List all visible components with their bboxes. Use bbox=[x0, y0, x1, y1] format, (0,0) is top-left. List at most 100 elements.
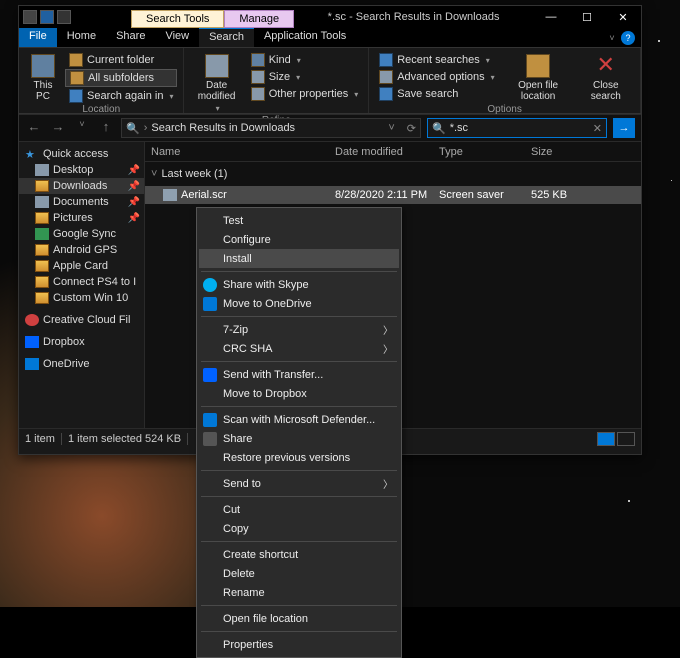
other-properties-button[interactable]: Other properties▾ bbox=[247, 86, 363, 102]
ctx-test[interactable]: Test bbox=[199, 211, 399, 230]
documents-icon bbox=[35, 196, 49, 208]
close-button[interactable]: ✕ bbox=[605, 6, 641, 28]
column-headers: Name Date modified Type Size bbox=[145, 142, 641, 162]
ctx-properties[interactable]: Properties bbox=[199, 635, 399, 654]
sidebar-item-win10[interactable]: Custom Win 10 bbox=[19, 290, 144, 306]
sidebar-item-androidgps[interactable]: Android GPS bbox=[19, 242, 144, 258]
open-file-location-button[interactable]: Open file location bbox=[503, 52, 574, 104]
folders-icon bbox=[70, 71, 84, 85]
folder-icon bbox=[35, 244, 49, 256]
this-pc-button[interactable]: This PC bbox=[25, 52, 61, 104]
file-date: 8/28/2020 2:11 PM bbox=[335, 189, 439, 201]
file-name: Aerial.scr bbox=[181, 189, 227, 201]
search-result-icon: 🔍 bbox=[126, 122, 140, 135]
ctx-create-shortcut[interactable]: Create shortcut bbox=[199, 545, 399, 564]
onedrive-icon bbox=[203, 297, 217, 311]
qat-customize-icon[interactable] bbox=[57, 10, 71, 24]
minimize-button[interactable]: — bbox=[533, 6, 569, 28]
open-folder-icon bbox=[526, 54, 550, 78]
col-date[interactable]: Date modified bbox=[335, 146, 439, 158]
props-icon bbox=[251, 87, 265, 101]
breadcrumb[interactable]: 🔍 › Search Results in Downloads ˅ ⟳ bbox=[121, 118, 421, 138]
ribbon-expand-icon[interactable]: ˅ bbox=[605, 31, 619, 45]
ctx-scan-defender[interactable]: Scan with Microsoft Defender... bbox=[199, 410, 399, 429]
kind-icon bbox=[251, 53, 265, 67]
col-type[interactable]: Type bbox=[439, 146, 531, 158]
sidebar-item-downloads[interactable]: Downloads📌 bbox=[19, 178, 144, 194]
tab-search[interactable]: Search bbox=[199, 28, 254, 47]
group-header[interactable]: ˅Last week (1) bbox=[145, 162, 641, 186]
search-clear-button[interactable]: ✕ bbox=[593, 122, 602, 135]
search-go-button[interactable]: → bbox=[613, 118, 635, 138]
ctx-sendto[interactable]: Send to〉 bbox=[199, 474, 399, 493]
current-folder-button[interactable]: Current folder bbox=[65, 52, 177, 68]
sidebar-item-desktop[interactable]: Desktop📌 bbox=[19, 162, 144, 178]
sidebar-item-applecard[interactable]: Apple Card bbox=[19, 258, 144, 274]
pin-icon: 📌 bbox=[128, 181, 140, 192]
ctx-send-transfer[interactable]: Send with Transfer... bbox=[199, 365, 399, 384]
ctx-cut[interactable]: Cut bbox=[199, 500, 399, 519]
close-search-button[interactable]: ✕ Close search bbox=[578, 52, 634, 104]
dropbox-icon bbox=[203, 368, 217, 382]
refresh-button[interactable]: ⟳ bbox=[407, 122, 416, 135]
maximize-button[interactable]: ☐ bbox=[569, 6, 605, 28]
tab-view[interactable]: View bbox=[155, 28, 199, 47]
nav-history-button[interactable]: ˅ bbox=[73, 119, 91, 137]
share-icon bbox=[203, 432, 217, 446]
tab-apptools[interactable]: Application Tools bbox=[254, 28, 356, 47]
nav-fwd-button[interactable]: → bbox=[49, 119, 67, 137]
tab-share[interactable]: Share bbox=[106, 28, 155, 47]
ribbon-tabs: File Home Share View Search Application … bbox=[19, 28, 641, 48]
ctx-share[interactable]: Share bbox=[199, 429, 399, 448]
context-tab-manage[interactable]: Manage bbox=[224, 10, 294, 28]
ctx-crcsha[interactable]: CRC SHA〉 bbox=[199, 339, 399, 358]
context-tab-searchtools[interactable]: Search Tools bbox=[131, 10, 224, 28]
date-modified-button[interactable]: Date modified▾ bbox=[190, 52, 242, 115]
sidebar-item-pictures[interactable]: Pictures📌 bbox=[19, 210, 144, 226]
qat-properties-icon[interactable] bbox=[23, 10, 37, 24]
tab-file[interactable]: File bbox=[19, 28, 57, 47]
advanced-options-button[interactable]: Advanced options▾ bbox=[375, 69, 498, 85]
ctx-rename[interactable]: Rename bbox=[199, 583, 399, 602]
ctx-configure[interactable]: Configure bbox=[199, 230, 399, 249]
ctx-restore-versions[interactable]: Restore previous versions bbox=[199, 448, 399, 467]
ctx-move-dropbox[interactable]: Move to Dropbox bbox=[199, 384, 399, 403]
folder-icon bbox=[35, 292, 49, 304]
onedrive-icon bbox=[25, 358, 39, 370]
sidebar-dropbox[interactable]: Dropbox bbox=[19, 334, 144, 350]
all-subfolders-button[interactable]: All subfolders bbox=[65, 69, 177, 87]
advanced-icon bbox=[379, 70, 393, 84]
file-row-selected[interactable]: Aerial.scr 8/28/2020 2:11 PM Screen save… bbox=[145, 186, 641, 204]
size-button[interactable]: Size▾ bbox=[247, 69, 363, 85]
recent-searches-button[interactable]: Recent searches▾ bbox=[375, 52, 498, 68]
nav-up-button[interactable]: ↑ bbox=[97, 119, 115, 137]
ctx-share-skype[interactable]: Share with Skype bbox=[199, 275, 399, 294]
ctx-install[interactable]: Install bbox=[199, 249, 399, 268]
view-details-button[interactable] bbox=[597, 432, 615, 446]
save-search-button[interactable]: Save search bbox=[375, 86, 498, 102]
sidebar-quickaccess[interactable]: ★Quick access bbox=[19, 146, 144, 162]
breadcrumb-dropdown[interactable]: ˅ bbox=[388, 122, 394, 135]
sidebar-item-ps4[interactable]: Connect PS4 to I bbox=[19, 274, 144, 290]
view-icons-button[interactable] bbox=[617, 432, 635, 446]
nav-back-button[interactable]: ← bbox=[25, 119, 43, 137]
ctx-delete[interactable]: Delete bbox=[199, 564, 399, 583]
ctx-7zip[interactable]: 7-Zip〉 bbox=[199, 320, 399, 339]
nav-sidebar: ★Quick access Desktop📌 Downloads📌 Docume… bbox=[19, 142, 145, 428]
tab-home[interactable]: Home bbox=[57, 28, 106, 47]
col-size[interactable]: Size bbox=[531, 146, 581, 158]
sidebar-onedrive[interactable]: OneDrive bbox=[19, 356, 144, 372]
titlebar: Search Tools Manage *.sc - Search Result… bbox=[19, 6, 641, 28]
ctx-open-file-location[interactable]: Open file location bbox=[199, 609, 399, 628]
col-name[interactable]: Name bbox=[145, 146, 335, 158]
search-input[interactable]: 🔍 *.sc ✕ bbox=[427, 118, 607, 138]
help-icon[interactable]: ? bbox=[621, 31, 635, 45]
sidebar-item-googlesync[interactable]: Google Sync bbox=[19, 226, 144, 242]
sidebar-item-documents[interactable]: Documents📌 bbox=[19, 194, 144, 210]
ctx-move-onedrive[interactable]: Move to OneDrive bbox=[199, 294, 399, 313]
qat-newfolder-icon[interactable] bbox=[40, 10, 54, 24]
sidebar-creativecloud[interactable]: Creative Cloud Fil bbox=[19, 312, 144, 328]
ctx-copy[interactable]: Copy bbox=[199, 519, 399, 538]
kind-button[interactable]: Kind▾ bbox=[247, 52, 363, 68]
search-again-button[interactable]: Search again in▾ bbox=[65, 88, 177, 104]
